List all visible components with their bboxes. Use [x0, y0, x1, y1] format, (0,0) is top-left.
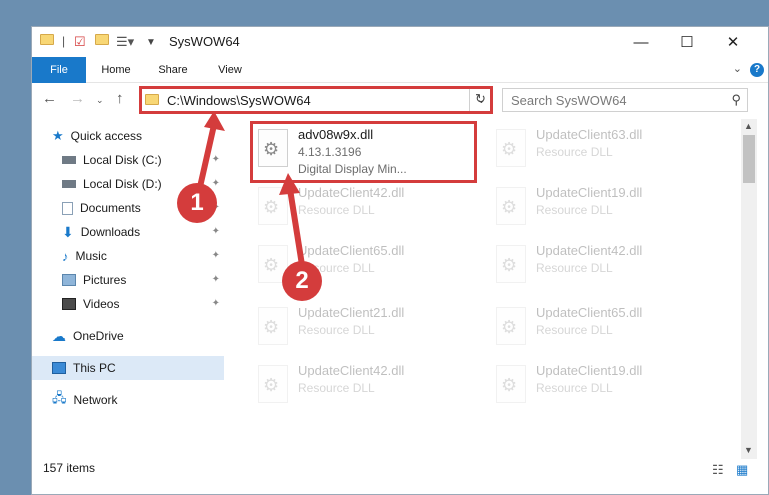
explorer-window: | ☑ ☰▾ ▼ SysWOW64 — ☐ ✕ File Home Share …	[31, 26, 769, 495]
step-1-badge: 1	[177, 183, 217, 223]
arrowhead-2	[279, 173, 300, 195]
arrow-line-1	[197, 124, 217, 188]
arrow-line-2	[287, 188, 305, 266]
step-2-badge: 2	[282, 261, 322, 301]
arrowhead-1	[204, 111, 225, 131]
annotation-arrows	[197, 111, 305, 266]
